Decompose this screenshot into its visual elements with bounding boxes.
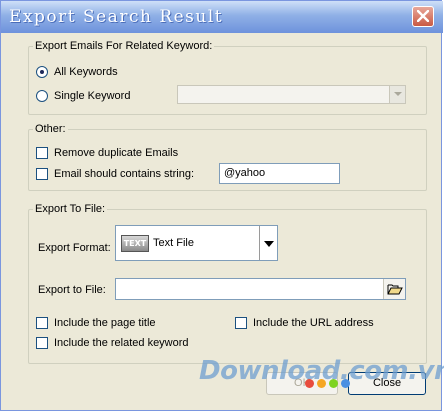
single-keyword-radio[interactable] [36,90,48,102]
other-group-label: Other: [33,123,68,135]
window-title: Export Search Result [9,7,224,27]
title-bar[interactable]: Export Search Result [1,1,443,33]
watermark-dot [341,379,350,388]
keyword-group-label: Export Emails For Related Keyword: [33,40,215,52]
all-keywords-label: All Keywords [54,66,118,78]
close-window-button[interactable] [412,6,434,27]
export-format-select[interactable]: TEXT Text File [115,225,278,261]
contains-string-checkbox[interactable] [36,168,48,180]
remove-duplicates-checkbox[interactable] [36,147,48,159]
remove-duplicates-label: Remove duplicate Emails [54,147,179,159]
single-keyword-select[interactable] [177,85,406,104]
watermark-dots [305,379,353,391]
export-group-label: Export To File: [33,203,108,215]
chevron-down-icon[interactable] [389,86,405,103]
open-folder-icon [387,284,403,295]
export-format-label: Export Format: [38,242,111,254]
all-keywords-radio[interactable] [36,66,48,78]
keyword-group: Export Emails For Related Keyword: [28,40,427,115]
include-url-label: Include the URL address [253,317,374,329]
contains-string-input[interactable]: @yahoo [219,163,340,184]
include-keyword-label: Include the related keyword [54,337,189,349]
text-file-icon: TEXT [121,235,149,252]
export-dialog: Export Search Result Export Emails For R… [0,0,444,411]
close-icon [417,10,429,22]
single-keyword-label: Single Keyword [54,90,131,102]
include-title-checkbox[interactable] [36,317,48,329]
chevron-down-icon[interactable] [259,226,277,260]
export-format-value: Text File [153,237,194,249]
watermark-dot [317,379,326,388]
watermark-dot [305,379,314,388]
contains-string-label: Email should contains string: [54,168,195,180]
include-title-label: Include the page title [54,317,156,329]
export-file-label: Export to File: [38,284,106,296]
browse-button[interactable] [383,279,405,299]
export-file-input[interactable] [115,278,406,300]
include-keyword-checkbox[interactable] [36,337,48,349]
watermark-dot [329,379,338,388]
include-url-checkbox[interactable] [235,317,247,329]
